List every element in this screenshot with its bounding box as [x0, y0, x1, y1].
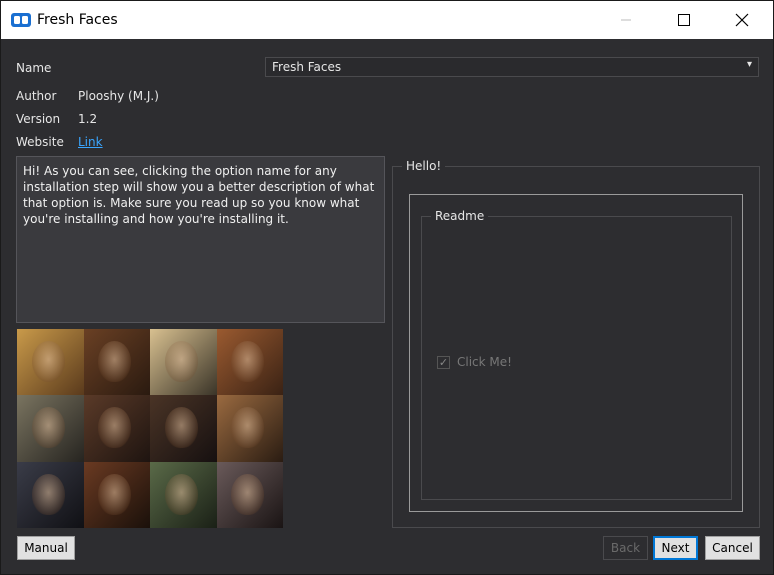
- website-label: Website: [16, 135, 64, 149]
- module-name-dropdown[interactable]: Fresh Faces ▾: [265, 57, 759, 77]
- face-thumbnail: [17, 461, 84, 528]
- module-name-value: Fresh Faces: [272, 60, 342, 74]
- face-thumbnail: [216, 461, 283, 528]
- website-link[interactable]: Link: [78, 135, 103, 149]
- face-thumbnail: [83, 329, 150, 396]
- author-label: Author: [16, 89, 57, 103]
- option-label: Click Me!: [457, 355, 512, 369]
- installer-window: Fresh Faces Name Fresh Faces ▾ Author Pl…: [0, 0, 774, 575]
- checkmark-icon: ✓: [437, 355, 450, 369]
- minimize-icon: [621, 19, 631, 21]
- readme-title: Readme: [431, 209, 489, 223]
- face-thumbnail: [83, 395, 150, 462]
- version-value: 1.2: [78, 112, 98, 126]
- face-thumbnail: [83, 461, 150, 528]
- installer-content: Name Fresh Faces ▾ Author Plooshy (M.J.)…: [1, 39, 773, 574]
- close-icon: [735, 13, 749, 27]
- manual-button[interactable]: Manual: [17, 536, 75, 560]
- face-thumbnail: [216, 329, 283, 396]
- option-checkbox[interactable]: ✓ Click Me!: [437, 355, 512, 369]
- next-button[interactable]: Next: [653, 536, 698, 560]
- version-label: Version: [16, 112, 61, 126]
- name-label: Name: [16, 61, 52, 75]
- window-title: Fresh Faces: [37, 12, 118, 28]
- cancel-button[interactable]: Cancel: [705, 536, 760, 560]
- preview-image: [17, 329, 283, 528]
- title-bar: Fresh Faces: [1, 1, 773, 39]
- face-thumbnail: [17, 395, 84, 462]
- face-thumbnail: [150, 461, 217, 528]
- maximize-button[interactable]: [655, 1, 713, 39]
- description-box: Hi! As you can see, clicking the option …: [16, 156, 385, 323]
- app-icon: [11, 13, 31, 27]
- face-thumbnail: [150, 395, 217, 462]
- face-thumbnail: [150, 329, 217, 396]
- maximize-icon: [678, 14, 690, 26]
- minimize-button[interactable]: [597, 1, 655, 39]
- close-button[interactable]: [713, 1, 771, 39]
- back-button[interactable]: Back: [603, 536, 648, 560]
- face-thumbnail: [17, 329, 84, 396]
- chevron-down-icon: ▾: [746, 59, 752, 70]
- author-value: Plooshy (M.J.): [78, 89, 159, 103]
- face-thumbnail: [216, 395, 283, 462]
- step-title: Hello!: [402, 159, 446, 173]
